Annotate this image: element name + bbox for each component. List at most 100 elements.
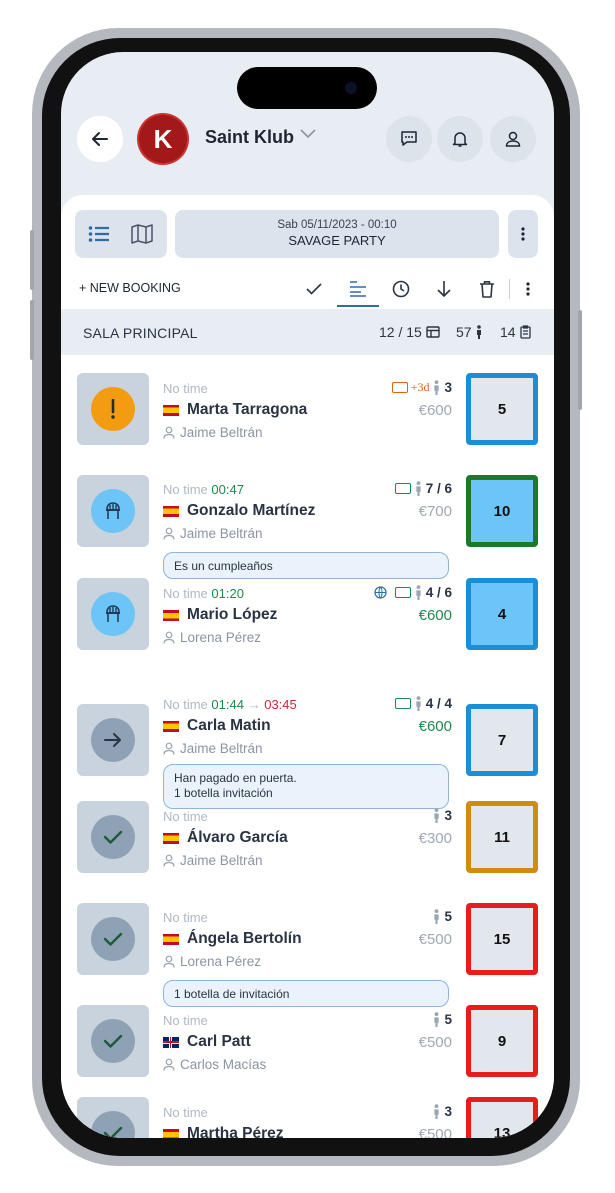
user-outline-icon [163,527,175,540]
check-icon [306,283,322,295]
booking-status-tile[interactable] [77,704,149,776]
booking-note[interactable]: 1 botella de invitación [163,980,449,1007]
promoter-name: Jaime Beltrán [180,425,263,440]
booking-status-tile[interactable] [77,903,149,975]
booking-status-tile[interactable] [77,801,149,873]
spain-flag-icon [163,720,179,732]
guest-count-value: 5 [444,909,452,924]
table-number-tile[interactable]: 10 [466,475,538,547]
table-number-tile[interactable]: 5 [466,373,538,445]
person-icon [434,1012,440,1027]
venue-logo[interactable]: K [139,115,187,163]
booking-status-tile[interactable] [77,373,149,445]
filter-all-button[interactable] [344,275,372,303]
booking-name[interactable]: Carla Matin [163,717,271,735]
booking-name[interactable]: Gonzalo Martínez [163,502,315,520]
guest-count-value: 4 / 4 [425,696,452,711]
time-row: No time [163,381,208,396]
status-badge [91,1019,135,1063]
guest-count: +3d 3 [391,380,452,395]
person-icon [416,481,421,496]
time-row: No time 01:44 → 03:45 [163,697,297,712]
table-number-tile[interactable]: 11 [466,801,538,873]
arrow-down-icon [437,281,451,298]
table-number-tile[interactable]: 13 [466,1097,538,1138]
profile-button[interactable] [490,116,536,162]
chair-icon [106,502,120,519]
promoter: Lorena Pérez [163,630,261,645]
table-number-tile[interactable]: 15 [466,903,538,975]
guest-count-value: 3 [444,1104,452,1119]
filter-arrived-button[interactable] [430,275,458,303]
booking-note[interactable]: Es un cumpleaños [163,552,449,579]
arrow-right-small-icon: → [247,697,261,712]
map-view-icon[interactable] [131,224,153,244]
user-outline-icon [163,854,175,867]
chat-button[interactable] [386,116,432,162]
booking-status-tile[interactable] [77,475,149,547]
table-grid-icon [426,326,440,338]
booking-status-tile[interactable] [77,1005,149,1077]
promoter-name: Jaime Beltrán [180,741,263,756]
toolbar-more-button[interactable] [514,275,542,303]
booking-name[interactable]: Álvaro García [163,829,288,847]
clipboard-icon [519,325,531,339]
status-badge [91,718,135,762]
notifications-button[interactable] [437,116,483,162]
no-time-label: No time [163,1013,208,1028]
arrow-left-icon [92,132,108,146]
status-badge [91,815,135,859]
tables-count: 12 / 15 [379,324,440,340]
clock-icon [392,280,410,298]
filter-pending-button[interactable] [387,275,415,303]
table-number-tile[interactable]: 4 [466,578,538,650]
check-icon [103,830,123,844]
filter-confirmed-button[interactable] [300,275,328,303]
time-row: No time [163,809,208,824]
filter-deleted-button[interactable] [473,275,501,303]
booking-status-tile[interactable] [77,1097,149,1138]
person-icon [434,808,440,823]
person-icon [416,585,421,600]
event-selector[interactable]: Sab 05/11/2023 - 00:10 SAVAGE PARTY [175,210,499,258]
booking-price: €300 [418,830,452,847]
time-row: No time [163,1013,208,1028]
more-vertical-icon [521,227,525,241]
user-outline-icon [163,631,175,644]
arrival-time: 01:44 [211,697,244,712]
guests-count: 57 [456,324,482,340]
list-view-icon[interactable] [88,224,110,244]
chevron-down-icon[interactable] [300,129,316,139]
volume-up-button [30,230,34,290]
booking-name[interactable]: Marta Tarragona [163,401,307,419]
table-number-tile[interactable]: 7 [466,704,538,776]
back-button[interactable] [77,116,123,162]
spain-flag-icon [163,609,179,621]
logo-letter: K [153,123,173,154]
spain-flag-icon [163,404,179,416]
time-row: No time 01:20 [163,586,244,601]
booking-name[interactable]: Martha Pérez [163,1125,283,1138]
booking-status-tile[interactable] [77,578,149,650]
booking-name[interactable]: Ángela Bertolín [163,930,302,948]
booking-note[interactable]: Han pagado en puerta. 1 botella invitació… [163,764,449,809]
no-time-label: No time [163,809,208,824]
arrival-time: 00:47 [211,482,244,497]
no-time-label: No time [163,586,208,601]
new-booking-button[interactable]: + NEW BOOKING [79,281,181,295]
event-date: Sab 05/11/2023 - 00:10 [277,219,397,231]
booking-name[interactable]: Carl Patt [163,1033,251,1051]
table-number-tile[interactable]: 9 [466,1005,538,1077]
booking-price: €600 [418,402,452,419]
booking-name[interactable]: Mario López [163,606,277,624]
money-icon [391,382,408,393]
guest-name: Carla Matin [187,717,271,734]
promoter: Jaime Beltrán [163,853,263,868]
table-number: 11 [494,828,510,846]
promoter-name: Jaime Beltrán [180,853,263,868]
table-number: 15 [493,930,511,948]
status-badge [91,917,135,961]
event-more-button[interactable] [508,210,538,258]
venue-name[interactable]: Saint Klub [205,127,294,148]
user-outline-icon [163,955,175,968]
